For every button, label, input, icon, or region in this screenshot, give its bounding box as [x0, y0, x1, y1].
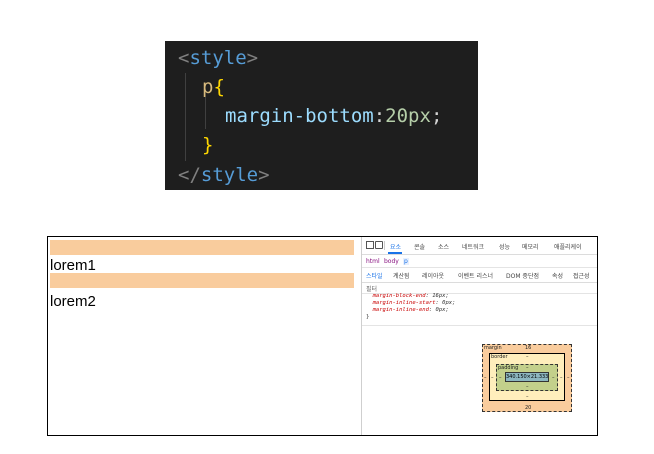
code-snippet: <style> p{ margin-bottom:20px; } </style… [165, 41, 478, 190]
indent-guide [185, 73, 186, 161]
devtools-panel: 요소 콘솔 소스 네트워크 성능 메모리 애플리케이 html body p 스… [361, 237, 597, 435]
box-model-border-top[interactable]: – [526, 354, 529, 360]
subtab-computed[interactable]: 계산됨 [393, 271, 410, 280]
tab-elements[interactable]: 요소 [390, 242, 401, 251]
code-line-close-brace: } [202, 134, 213, 156]
browser-screenshot: lorem1 lorem2 요소 콘솔 소스 네트워크 성능 메모리 애플리케이… [47, 236, 598, 436]
code-token: 20px [385, 105, 431, 127]
code-token: > [246, 47, 259, 69]
breadcrumb-body[interactable]: body [384, 258, 399, 265]
css-close-brace: } [366, 314, 370, 320]
subtab-layout[interactable]: 레이아웃 [422, 271, 444, 280]
styles-subtabs: 스타일 계산됨 레이아웃 이벤트 리스너 DOM 중단점 속성 접근성 [362, 268, 597, 283]
box-model-margin-left[interactable]: – [484, 375, 487, 381]
box-model-padding-left[interactable]: – [499, 375, 502, 381]
code-line-selector: p{ [202, 76, 225, 98]
device-toolbar-icon[interactable] [375, 241, 383, 249]
box-model-border-left[interactable]: – [491, 375, 494, 381]
tab-application[interactable]: 애플리케이 [554, 242, 582, 251]
box-model-margin-top[interactable]: 16 [525, 345, 531, 351]
css-line: margin-inline-end: 0px; [372, 307, 449, 313]
box-model-margin-label: margin [484, 345, 502, 351]
code-line-open-style: <style> [178, 47, 258, 69]
subtab-accessibility[interactable]: 접근성 [573, 271, 590, 280]
paragraph-1: lorem1 [50, 257, 96, 274]
box-model-content[interactable]: 340.150×21.333 [505, 372, 549, 382]
tab-network[interactable]: 네트워크 [462, 242, 484, 251]
tab-memory[interactable]: 메모리 [522, 242, 539, 251]
box-model-padding-bottom[interactable]: – [526, 384, 529, 390]
inspect-icon[interactable] [366, 241, 374, 249]
tab-performance[interactable]: 성능 [499, 242, 510, 251]
css-property[interactable]: margin-inline-end [373, 307, 429, 313]
box-model-margin-bottom[interactable]: 20 [525, 405, 531, 411]
code-line-declaration: margin-bottom:20px; [225, 105, 442, 127]
css-value[interactable]: 16px [432, 293, 445, 299]
box-model-border-label: border [491, 354, 508, 360]
box-model-padding-label: padding [498, 365, 519, 371]
css-property[interactable]: margin-inline-start [373, 300, 436, 306]
active-tab-indicator [388, 252, 402, 254]
code-token: p [202, 76, 214, 98]
breadcrumb: html body p [362, 255, 597, 268]
tab-console[interactable]: 콘솔 [414, 242, 425, 251]
code-token: ; [430, 105, 443, 127]
margin-highlight [50, 273, 354, 288]
code-token: style [200, 164, 259, 186]
css-value[interactable]: 0px [436, 307, 446, 313]
css-line: margin-block-end: 16px; [372, 293, 449, 299]
code-line-close-style: </style> [178, 164, 270, 186]
css-value[interactable]: 0px [442, 300, 452, 306]
subtab-properties[interactable]: 속성 [552, 271, 563, 280]
breadcrumb-html[interactable]: html [366, 258, 380, 265]
subtab-dom-breakpoints[interactable]: DOM 중단점 [506, 271, 539, 280]
code-token: > [258, 164, 270, 186]
margin-highlight [50, 240, 354, 255]
box-model-padding-top[interactable]: – [526, 365, 529, 371]
code-token: : [373, 105, 386, 127]
divider [362, 325, 597, 326]
devtools-tabbar: 요소 콘솔 소스 네트워크 성능 메모리 애플리케이 [362, 237, 597, 255]
rendered-page: lorem1 lorem2 [48, 237, 361, 435]
indent-guide [205, 97, 206, 129]
box-model-padding-right[interactable]: – [552, 375, 555, 381]
subtab-styles[interactable]: 스타일 [366, 271, 383, 280]
code-token: </ [178, 164, 201, 186]
box-model-margin-right[interactable]: – [567, 375, 570, 381]
subtab-event-listeners[interactable]: 이벤트 리스너 [458, 271, 493, 280]
breadcrumb-p[interactable]: p [403, 258, 409, 265]
paragraph-2: lorem2 [50, 293, 96, 310]
code-token: } [202, 134, 214, 156]
code-token: style [189, 47, 247, 69]
code-token: { [213, 76, 225, 98]
filter-placeholder: 필터 [366, 286, 378, 293]
box-model-border-right[interactable]: – [560, 375, 563, 381]
code-token: < [178, 47, 190, 69]
tab-sources[interactable]: 소스 [438, 242, 449, 251]
code-token: margin-bottom [225, 105, 374, 127]
css-property[interactable]: margin-block-end [373, 293, 426, 299]
divider [384, 241, 385, 250]
box-model-border-bottom[interactable]: – [526, 394, 529, 400]
css-rules: margin-block-end: 16px; margin-inline-st… [366, 293, 455, 321]
css-line: margin-inline-start: 0px; [372, 300, 456, 306]
